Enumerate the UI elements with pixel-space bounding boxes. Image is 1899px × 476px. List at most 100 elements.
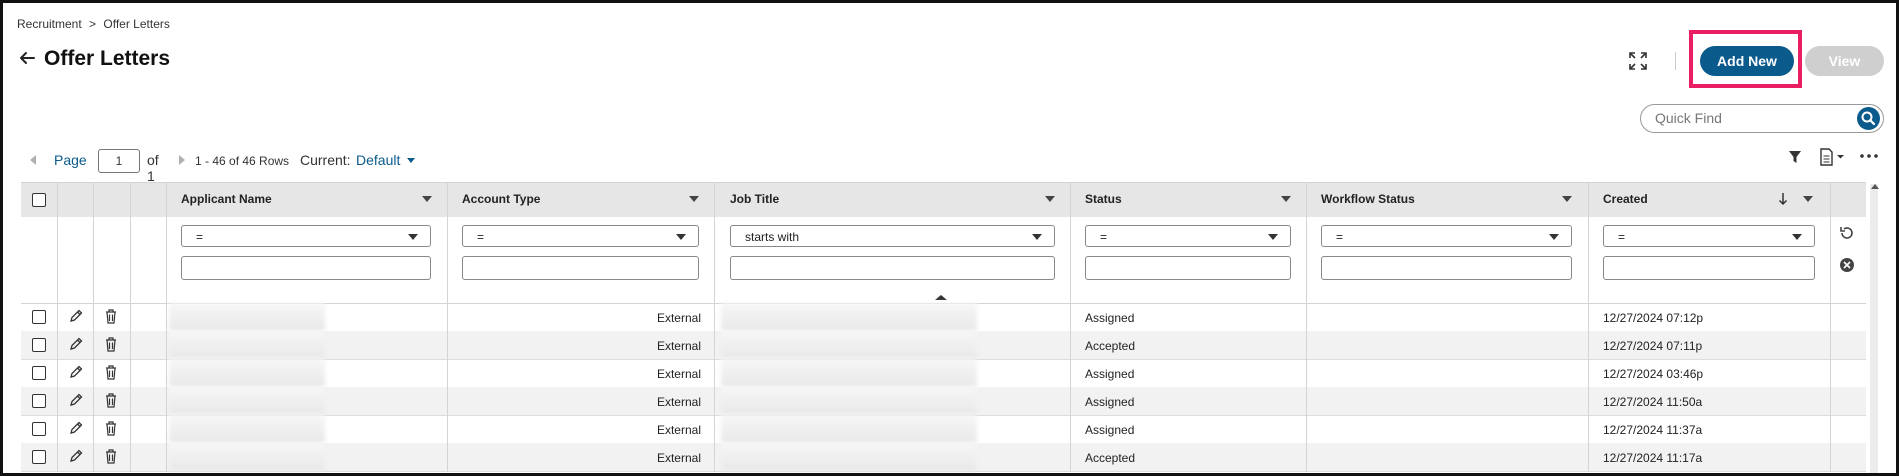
redacted-applicant-name: [169, 387, 325, 415]
row-checkbox[interactable]: [32, 450, 46, 464]
filter-input-status[interactable]: [1085, 256, 1291, 280]
select-all-checkbox[interactable]: [32, 193, 46, 207]
col-created[interactable]: Created: [1603, 192, 1648, 206]
export-icon[interactable]: [1819, 147, 1847, 167]
add-new-button[interactable]: Add New: [1700, 46, 1794, 76]
sort-desc-icon[interactable]: [1778, 192, 1788, 206]
filter-operator-status[interactable]: =: [1085, 225, 1291, 247]
filter-input-job-title[interactable]: [730, 256, 1055, 280]
row-checkbox[interactable]: [32, 422, 46, 436]
more-icon[interactable]: [1859, 149, 1879, 163]
expand-icon[interactable]: [1628, 51, 1648, 71]
col-menu-job-title-icon[interactable]: [1045, 196, 1055, 202]
filter-operator-value: =: [1618, 230, 1626, 244]
redacted-job-title: [721, 331, 977, 359]
edit-icon[interactable]: [68, 392, 84, 408]
col-divider: [1830, 182, 1831, 472]
delete-icon[interactable]: [104, 364, 118, 380]
table-row[interactable]: External Accepted 12/27/2024 11:17a: [21, 443, 1866, 472]
breadcrumb-separator: >: [89, 17, 97, 31]
chevron-down-icon[interactable]: [407, 158, 415, 163]
filter-operator-created[interactable]: =: [1603, 225, 1815, 247]
edit-icon[interactable]: [68, 448, 84, 464]
cell-created: 12/27/2024 07:12p: [1603, 311, 1704, 325]
back-arrow-icon[interactable]: [18, 49, 36, 67]
col-job-title[interactable]: Job Title: [730, 192, 779, 206]
table-row[interactable]: External Assigned 12/27/2024 11:37a: [21, 415, 1866, 444]
view-button[interactable]: View: [1805, 46, 1884, 76]
cell-created: 12/27/2024 11:37a: [1603, 423, 1703, 437]
filter-operator-workflow-status[interactable]: =: [1321, 225, 1572, 247]
cell-created: 12/27/2024 03:46p: [1603, 367, 1704, 381]
filter-input-applicant-name[interactable]: [181, 256, 431, 280]
edit-icon[interactable]: [68, 420, 84, 436]
breadcrumb: Recruitment > Offer Letters: [17, 17, 174, 31]
table-row[interactable]: External Accepted 12/27/2024 07:11p: [21, 331, 1866, 360]
delete-icon[interactable]: [104, 448, 118, 464]
col-menu-account-type-icon[interactable]: [689, 196, 699, 202]
table-row[interactable]: External Assigned 12/27/2024 03:46p: [21, 359, 1866, 388]
breadcrumb-offer-letters: Offer Letters: [103, 17, 170, 31]
col-menu-workflow-status-icon[interactable]: [1562, 196, 1572, 202]
col-divider: [93, 182, 94, 472]
cell-created: 12/27/2024 07:11p: [1603, 339, 1703, 353]
col-divider: [166, 182, 167, 472]
col-workflow-status[interactable]: Workflow Status: [1321, 192, 1415, 206]
current-view-dropdown[interactable]: Default: [356, 152, 400, 168]
filter-row: = = starts with = = =: [21, 217, 1866, 304]
row-checkbox[interactable]: [32, 394, 46, 408]
prev-page-icon[interactable]: [30, 155, 36, 165]
delete-icon[interactable]: [104, 336, 118, 352]
redacted-applicant-name: [169, 415, 325, 443]
filter-input-workflow-status[interactable]: [1321, 256, 1572, 280]
chevron-down-icon: [408, 234, 418, 240]
filter-icon[interactable]: [1788, 150, 1802, 164]
vertical-scrollbar[interactable]: [1870, 184, 1878, 473]
quick-find-input[interactable]: Quick Find: [1655, 110, 1722, 126]
filter-operator-value: =: [1100, 230, 1108, 244]
delete-icon[interactable]: [104, 420, 118, 436]
chevron-down-icon: [1032, 234, 1042, 240]
cell-account-type: External: [656, 423, 701, 437]
chevron-down-icon: [1549, 234, 1559, 240]
col-divider: [714, 182, 715, 472]
row-count: 1 - 46 of 46 Rows: [195, 154, 290, 168]
col-menu-applicant-name-icon[interactable]: [422, 196, 432, 202]
edit-icon[interactable]: [68, 308, 84, 324]
cell-created: 12/27/2024 11:17a: [1603, 451, 1703, 465]
col-divider: [130, 182, 131, 472]
edit-icon[interactable]: [68, 336, 84, 352]
col-divider: [1588, 182, 1589, 472]
table-row[interactable]: External Assigned 12/27/2024 07:12p: [21, 303, 1866, 332]
row-checkbox[interactable]: [32, 310, 46, 324]
breadcrumb-recruitment[interactable]: Recruitment: [17, 17, 82, 31]
col-account-type[interactable]: Account Type: [462, 192, 540, 206]
chevron-down-icon: [1792, 234, 1802, 240]
filter-operator-applicant-name[interactable]: =: [181, 225, 431, 247]
redacted-job-title: [721, 387, 977, 415]
cell-account-type: External: [656, 339, 701, 353]
delete-icon[interactable]: [104, 392, 118, 408]
next-page-icon[interactable]: [179, 155, 185, 165]
col-menu-created-icon[interactable]: [1803, 196, 1813, 202]
clear-filter-icon[interactable]: [1839, 257, 1855, 273]
filter-operator-value: =: [477, 230, 485, 244]
edit-icon[interactable]: [68, 364, 84, 380]
cell-account-type: External: [656, 451, 701, 465]
refresh-icon[interactable]: [1839, 225, 1855, 241]
filter-input-account-type[interactable]: [462, 256, 699, 280]
filter-input-created[interactable]: [1603, 256, 1815, 280]
col-menu-status-icon[interactable]: [1281, 196, 1291, 202]
col-status[interactable]: Status: [1085, 192, 1122, 206]
row-checkbox[interactable]: [32, 338, 46, 352]
delete-icon[interactable]: [104, 308, 118, 324]
chevron-down-icon: [1268, 234, 1278, 240]
page-number-input[interactable]: 1: [98, 149, 140, 173]
table-row[interactable]: External Assigned 12/27/2024 11:50a: [21, 387, 1866, 416]
search-button[interactable]: [1857, 107, 1880, 130]
row-checkbox[interactable]: [32, 366, 46, 380]
col-applicant-name[interactable]: Applicant Name: [181, 192, 272, 206]
filter-operator-account-type[interactable]: =: [462, 225, 699, 247]
filter-operator-job-title[interactable]: starts with: [730, 225, 1055, 247]
scroll-up-icon[interactable]: [1871, 184, 1879, 189]
